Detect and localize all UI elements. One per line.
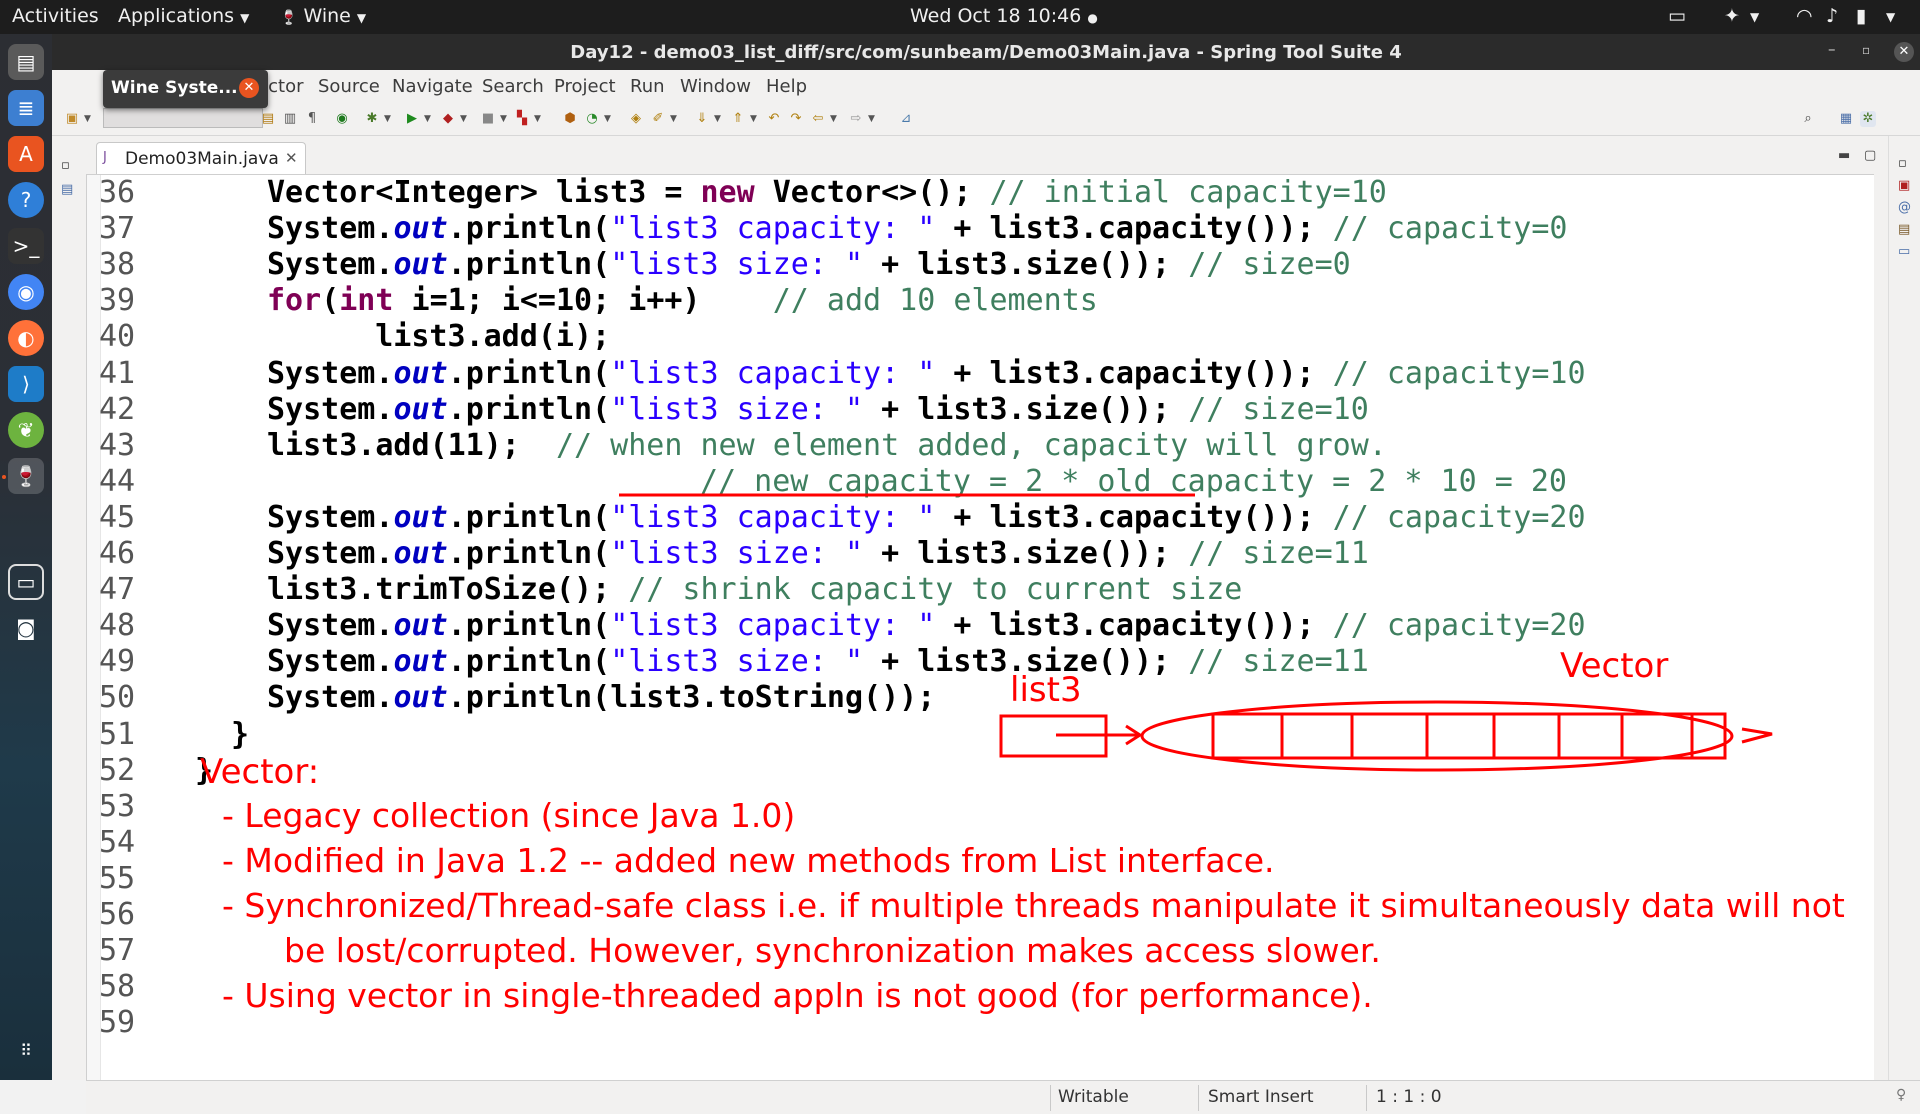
accessibility-icon[interactable]: ✦ [1724,5,1740,27]
close-icon[interactable]: ✕ [239,78,259,98]
status-divider [1198,1085,1199,1111]
chevron-down-icon: ▼ [1886,10,1896,24]
chevron-down-icon: ▼ [240,11,250,25]
clock[interactable]: Wed Oct 18 10:46 ● [910,5,1098,27]
list3-annotation-label: list3 [1010,670,1082,710]
note-synchronized: - Synchronized/Thread-safe class i.e. if… [222,886,1845,925]
text-editor-icon[interactable]: ≣ [8,90,44,126]
volume-icon[interactable]: ♪ [1826,5,1838,27]
files-icon[interactable]: ▤ [8,44,44,80]
status-writable: Writable [1058,1087,1129,1107]
wine-label: Wine [303,5,351,27]
status-divider [1050,1085,1051,1111]
array-end-mark [1741,727,1773,744]
applications-menu[interactable]: Applications ▼ [118,5,249,27]
chevron-down-icon: ▼ [356,11,367,25]
spring-tool-suite-icon[interactable]: ❦ [8,412,44,448]
chevron-down-icon: ▼ [1750,10,1760,24]
dock: ▤ ≣ A ? >_ ◉ ◐ ⟩ ❦ 🍷 ▭ ◙ ⠿ [0,34,52,1080]
wine-tray-strip[interactable] [103,108,263,128]
show-apps-icon[interactable]: ⠿ [8,1032,44,1068]
applications-label: Applications [118,5,235,27]
note-modified: - Modified in Java 1.2 -- added new meth… [222,841,1275,880]
camera-icon[interactable]: ◙ [8,610,44,646]
software-center-icon[interactable]: A [8,136,44,172]
chrome-icon[interactable]: ◉ [8,274,44,310]
status-divider [1366,1085,1367,1111]
tip-icon[interactable]: ♀ [1896,1087,1906,1103]
notes-title: Vector: [200,752,320,792]
wine-popup-label: Wine Syste... [111,78,238,98]
battery-icon[interactable]: ▮ [1856,5,1866,27]
note-synchronized-cont: be lost/corrupted. However, synchronizat… [284,931,1381,970]
wine-icon[interactable]: 🍷 [8,458,44,494]
note-performance: - Using vector in single-threaded appln … [222,976,1373,1015]
vector-annotation-label: Vector [1560,646,1669,686]
status-insert-mode[interactable]: Smart Insert [1208,1087,1314,1107]
vector-array-box [1211,712,1727,760]
wine-glass-icon: 🍷 [280,10,298,26]
gnome-top-bar: Activities Applications ▼ 🍷 Wine ▼ Wed Oct… [0,0,1920,34]
screen-icon[interactable]: ▭ [1668,5,1686,27]
vector-object-ellipse [1140,700,1734,772]
firefox-icon[interactable]: ◐ [8,320,44,356]
sts-window: Day12 - demo03_list_diff/src/com/sunbeam… [52,34,1920,1114]
notification-dot-icon: ● [1087,11,1098,25]
wine-system-tray-popup[interactable]: Wine Syste... ✕ [103,70,268,108]
note-legacy: - Legacy collection (since Java 1.0) [222,796,796,835]
terminal-icon[interactable]: >_ [8,228,44,264]
vscode-icon[interactable]: ⟩ [8,366,44,402]
status-cursor-position: 1 : 1 : 0 [1376,1087,1442,1107]
status-bar: Writable Smart Insert 1 : 1 : 0 ♀ [86,1080,1920,1114]
clock-label: Wed Oct 18 10:46 [910,5,1082,27]
running-indicator [2,475,6,479]
wine-menu[interactable]: 🍷 Wine ▼ [280,5,366,27]
wifi-icon[interactable]: ◠ [1796,5,1813,27]
monitor-icon[interactable]: ▭ [8,564,44,600]
help-icon[interactable]: ? [8,182,44,218]
activities-button[interactable]: Activities [12,5,99,27]
